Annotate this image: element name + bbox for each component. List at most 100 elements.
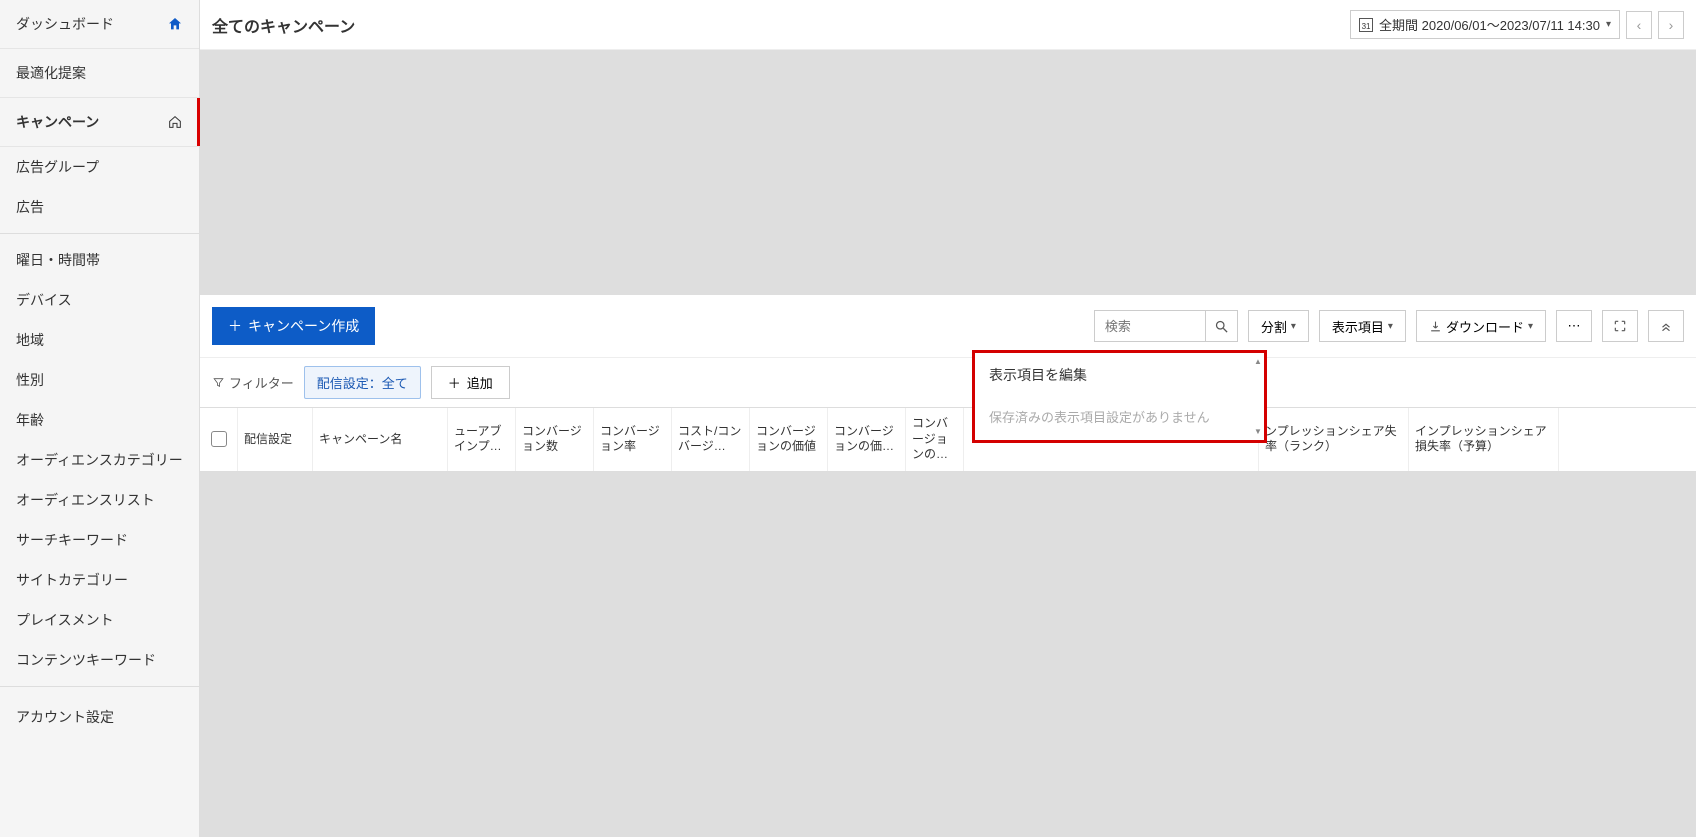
sidebar-item-adgroup[interactable]: 広告グループ	[0, 147, 199, 187]
table-header: 配信設定 キャンペーン名 ューアブインプ… コンバージョン数 コンバージョン率 …	[200, 407, 1696, 472]
col-delivery[interactable]: 配信設定	[238, 408, 313, 471]
home-outline-icon	[167, 114, 183, 130]
sidebar-item-label: サイトカテゴリー	[16, 570, 128, 590]
divider	[0, 233, 199, 234]
col-campaign[interactable]: キャンペーン名	[313, 408, 448, 471]
collapse-up-button[interactable]	[1648, 310, 1684, 342]
sidebar-item-label: 地域	[16, 330, 44, 350]
search-button[interactable]	[1205, 311, 1237, 341]
sidebar-item-label: 広告グループ	[16, 157, 99, 177]
next-period-button[interactable]: ›	[1658, 11, 1684, 39]
expand-icon	[1613, 319, 1627, 333]
sidebar-item-label: 広告	[16, 197, 44, 217]
sidebar-item-content-kw[interactable]: コンテンツキーワード	[0, 640, 199, 680]
sidebar-item-label: オーディエンスカテゴリー	[16, 450, 183, 470]
select-all-checkbox[interactable]	[211, 431, 227, 447]
chart-area	[200, 50, 1696, 295]
sidebar-item-audience-list[interactable]: オーディエンスリスト	[0, 480, 199, 520]
search-input[interactable]	[1095, 313, 1205, 340]
divider	[0, 686, 199, 687]
col-imp-budget[interactable]: インプレッションシェア損失率（予算）	[1409, 408, 1559, 471]
main: 全てのキャンペーン 31 全期間 2020/06/01～2023/07/11 1…	[200, 0, 1696, 837]
button-label: 追加	[467, 373, 493, 392]
columns-dropdown: 表示項目を編集 保存済みの表示項目設定がありません ▲▼	[972, 350, 1267, 443]
sidebar: ダッシュボード 最適化提案 キャンペーン 広告グループ 広告 曜日・時間帯 デバ…	[0, 0, 200, 837]
dropdown-item-edit-columns[interactable]: 表示項目を編集	[975, 353, 1264, 397]
filter-chip-delivery[interactable]: 配信設定：全て	[304, 366, 421, 399]
date-selector: 31 全期間 2020/06/01～2023/07/11 14:30 ▾ ‹ ›	[1350, 10, 1684, 39]
chevron-down-icon: ▾	[1388, 321, 1393, 332]
button-label: 分割	[1261, 317, 1287, 336]
col-viewable[interactable]: ューアブインプ…	[448, 408, 516, 471]
sidebar-item-label: 性別	[16, 370, 44, 390]
chevron-down-icon: ▾	[1528, 321, 1533, 332]
split-button[interactable]: 分割 ▾	[1248, 310, 1309, 342]
calendar-icon: 31	[1359, 18, 1373, 32]
col-conv3[interactable]: コンバージョンの…	[906, 408, 964, 471]
sidebar-item-search-kw[interactable]: サーチキーワード	[0, 520, 199, 560]
label-text: フィルター	[229, 373, 294, 392]
sidebar-item-label: キャンペーン	[16, 112, 99, 132]
sidebar-item-label: アカウント設定	[16, 707, 114, 727]
page-title: 全てのキャンペーン	[212, 13, 355, 37]
button-label: ダウンロード	[1446, 317, 1524, 336]
sidebar-item-campaign[interactable]: キャンペーン	[0, 98, 199, 147]
ellipsis-icon: ⋯	[1568, 318, 1581, 334]
double-chevron-up-icon	[1659, 319, 1673, 333]
col-imp-rank[interactable]: ンプレッションシェア失率（ランク）	[1259, 408, 1409, 471]
sidebar-item-site-cat[interactable]: サイトカテゴリー	[0, 560, 199, 600]
create-campaign-button[interactable]: ＋ キャンペーン作成	[212, 307, 375, 345]
add-filter-button[interactable]: ＋ 追加	[431, 366, 510, 399]
sidebar-item-label: プレイスメント	[16, 610, 114, 630]
scrollbar[interactable]: ▲▼	[1254, 357, 1262, 436]
filter-icon	[212, 376, 225, 389]
filter-row: フィルター 配信設定：全て ＋ 追加	[200, 357, 1696, 407]
col-conv-value2[interactable]: コンバージョンの価…	[828, 408, 906, 471]
sidebar-item-ad[interactable]: 広告	[0, 187, 199, 227]
filter-label[interactable]: フィルター	[212, 373, 294, 392]
home-icon	[167, 16, 183, 32]
download-button[interactable]: ダウンロード ▾	[1416, 310, 1546, 342]
sidebar-item-label: 最適化提案	[16, 63, 86, 83]
sidebar-item-placement[interactable]: プレイスメント	[0, 600, 199, 640]
sidebar-item-label: オーディエンスリスト	[16, 490, 155, 510]
sidebar-item-account-settings[interactable]: アカウント設定	[0, 693, 199, 741]
sidebar-item-label: コンテンツキーワード	[16, 650, 156, 670]
chevron-down-icon: ▾	[1291, 321, 1296, 332]
col-conv-value[interactable]: コンバージョンの価値	[750, 408, 828, 471]
search-icon	[1214, 319, 1229, 334]
scroll-down-icon: ▼	[1254, 427, 1262, 436]
sidebar-item-region[interactable]: 地域	[0, 320, 199, 360]
plus-icon: ＋	[448, 373, 461, 392]
button-label: 表示項目	[1332, 317, 1384, 336]
date-range-button[interactable]: 31 全期間 2020/06/01～2023/07/11 14:30 ▾	[1350, 10, 1620, 39]
date-range-label: 全期間 2020/06/01～2023/07/11 14:30	[1379, 15, 1600, 34]
sidebar-item-label: 年齢	[16, 410, 44, 430]
select-all-cell	[200, 408, 238, 471]
col-conv[interactable]: コンバージョン数	[516, 408, 594, 471]
more-button[interactable]: ⋯	[1556, 310, 1592, 342]
sidebar-item-audience-cat[interactable]: オーディエンスカテゴリー	[0, 440, 199, 480]
sidebar-item-daytime[interactable]: 曜日・時間帯	[0, 240, 199, 280]
table-body	[200, 472, 1696, 837]
toolbar: ＋ キャンペーン作成 分割 ▾ 表示項目 ▾ ダウンロード ▾	[200, 295, 1696, 357]
sidebar-item-label: サーチキーワード	[16, 530, 128, 550]
expand-button[interactable]	[1602, 310, 1638, 342]
sidebar-item-device[interactable]: デバイス	[0, 280, 199, 320]
download-icon	[1429, 320, 1442, 333]
sidebar-item-dashboard[interactable]: ダッシュボード	[0, 0, 199, 49]
sidebar-item-age[interactable]: 年齢	[0, 400, 199, 440]
sidebar-item-gender[interactable]: 性別	[0, 360, 199, 400]
sidebar-item-optimize[interactable]: 最適化提案	[0, 49, 199, 98]
col-conv-rate[interactable]: コンバージョン率	[594, 408, 672, 471]
prev-period-button[interactable]: ‹	[1626, 11, 1652, 39]
scroll-up-icon: ▲	[1254, 357, 1262, 366]
sidebar-item-label: 曜日・時間帯	[16, 250, 100, 270]
plus-icon: ＋	[228, 316, 242, 336]
search-box	[1094, 310, 1238, 342]
sidebar-item-label: デバイス	[16, 290, 72, 310]
columns-button[interactable]: 表示項目 ▾	[1319, 310, 1406, 342]
topbar: 全てのキャンペーン 31 全期間 2020/06/01～2023/07/11 1…	[200, 0, 1696, 50]
sidebar-item-label: ダッシュボード	[16, 14, 114, 34]
col-cost-conv[interactable]: コスト/コンバージ…	[672, 408, 750, 471]
